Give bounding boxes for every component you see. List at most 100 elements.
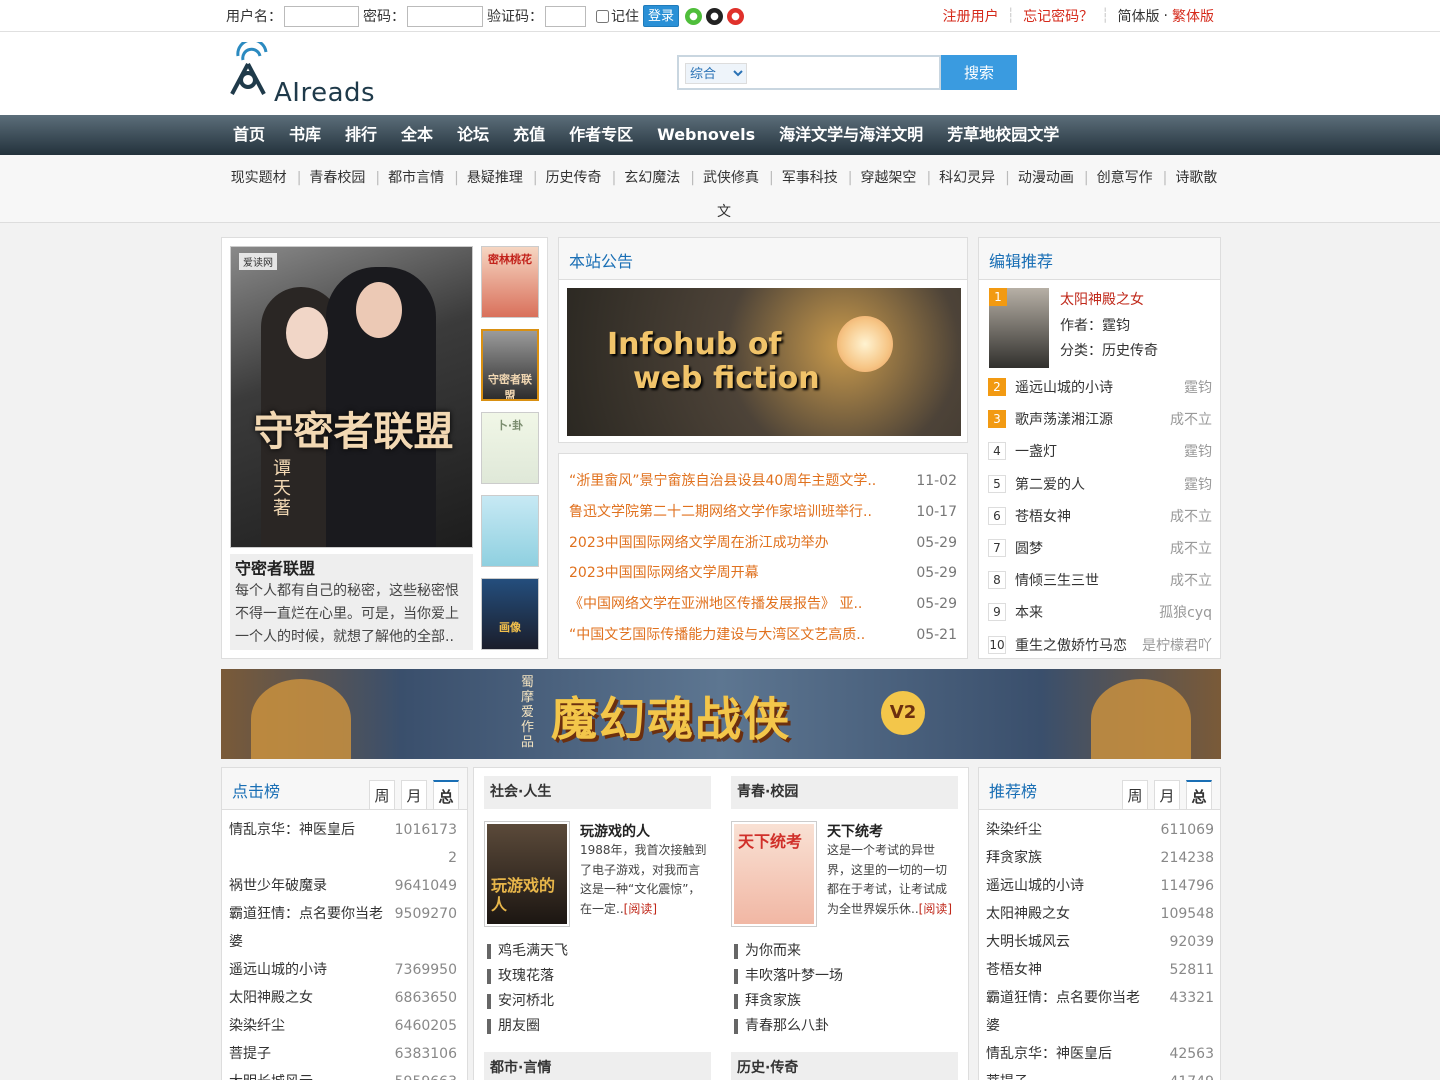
rank-tab[interactable]: 总	[1186, 780, 1212, 810]
book-author[interactable]: 成不立	[1170, 409, 1212, 429]
category-link[interactable]: 玄幻魔法	[624, 170, 703, 186]
nav-item[interactable]: 论坛	[445, 115, 501, 155]
nav-item[interactable]: Webnovels	[645, 115, 767, 155]
book-title[interactable]: 情乱京华：神医皇后	[229, 816, 389, 872]
book-cover[interactable]: 玩游戏的人	[484, 821, 570, 927]
book-author[interactable]: 成不立	[1170, 538, 1212, 558]
rank-item[interactable]: 苍梧女神 52811	[986, 956, 1214, 984]
book-author[interactable]: 是柠檬君吖	[1142, 635, 1212, 655]
list-item[interactable]: 8 情倾三生三世 成不立	[988, 564, 1212, 596]
featured-thumbnail[interactable]: 密林桃花	[481, 246, 539, 318]
list-item[interactable]: 5 第二爱的人 霆钧	[988, 468, 1212, 500]
rank-tab[interactable]: 周	[1122, 780, 1148, 810]
news-item[interactable]: 《中国网络文学在亚洲地区传播发展报告》 亚.. 05-29	[569, 589, 957, 620]
list-item[interactable]: 丰吹落叶梦一场	[731, 964, 958, 989]
list-item[interactable]: 10 重生之傲娇竹马恋 是柠檬君吖	[988, 629, 1212, 661]
list-item[interactable]: 3 歌声荡漾湘江源 成不立	[988, 403, 1212, 435]
category-header[interactable]: 社会·人生	[484, 776, 711, 809]
book-author[interactable]: 孤狼cyq	[1159, 602, 1212, 622]
book-title[interactable]: 太阳神殿之女	[229, 984, 389, 1012]
rank-item[interactable]: 拜贪家族 214238	[986, 844, 1214, 872]
category-link[interactable]: 历史传奇	[546, 170, 625, 186]
rank-item[interactable]: 遥远山城的小诗 7369950	[229, 956, 457, 984]
list-item[interactable]: 鸡毛满天飞	[484, 939, 711, 964]
wechat-icon[interactable]: ●	[685, 7, 703, 25]
search-button[interactable]: 搜索	[941, 55, 1017, 90]
book-title[interactable]: 圆梦	[1015, 538, 1170, 558]
list-item[interactable]: 9 本来 孤狼cyq	[988, 596, 1212, 628]
news-title[interactable]: 2023中国国际网络文学周开幕	[569, 558, 889, 589]
book-title[interactable]: 拜贪家族	[986, 844, 1146, 872]
category-link[interactable]: 穿越架空	[860, 170, 939, 186]
category-link[interactable]: 武侠修真	[703, 170, 782, 186]
news-item[interactable]: “中国文艺国际传播能力建设与大湾区文艺高质.. 05-21	[569, 620, 957, 651]
list-item[interactable]: 7 圆梦 成不立	[988, 532, 1212, 564]
featured-cover[interactable]: 爱读网 守密者联盟 谭天著	[230, 246, 473, 548]
top-book-title[interactable]: 太阳神殿之女	[1060, 288, 1158, 314]
site-logo[interactable]: AIreads	[226, 42, 396, 108]
read-link[interactable]: [阅读]	[919, 902, 952, 916]
book-author[interactable]: 霆钧	[1184, 441, 1212, 461]
book-title[interactable]: 重生之傲娇竹马恋	[1015, 635, 1142, 655]
book-author[interactable]: 霆钧	[1184, 474, 1212, 494]
book-title[interactable]: 菩提子	[229, 1040, 389, 1068]
book-title[interactable]: 一盏灯	[1015, 441, 1184, 461]
featured-title[interactable]: 守密者联盟	[235, 558, 468, 580]
news-item[interactable]: 鲁迅文学院第二十二期网络文学作家培训班举行.. 10-17	[569, 497, 957, 528]
rank-item[interactable]: 菩提子 6383106	[229, 1040, 457, 1068]
book-title[interactable]: 情倾三生三世	[1015, 570, 1170, 590]
rank-item[interactable]: 霸道狂情：点名要你当老婆 43321	[986, 984, 1214, 1040]
book-title[interactable]: 苍梧女神	[986, 956, 1146, 984]
rank-item[interactable]: 遥远山城的小诗 114796	[986, 872, 1214, 900]
captcha-input[interactable]	[545, 5, 586, 27]
book-cover[interactable]: 天下统考	[731, 821, 817, 927]
rank-tab[interactable]: 月	[1154, 780, 1180, 810]
book-title[interactable]: 大明长城风云	[986, 928, 1146, 956]
category-link[interactable]: 创意写作	[1097, 170, 1176, 186]
book-title[interactable]: 祸世少年破魔录	[229, 872, 389, 900]
category-link[interactable]: 青春校园	[309, 170, 388, 186]
list-item[interactable]: 2 遥远山城的小诗 霆钧	[988, 371, 1212, 403]
list-item[interactable]: 青春那么八卦	[731, 1014, 958, 1039]
rank-tab[interactable]: 月	[401, 780, 427, 810]
category-link[interactable]: 动漫动画	[1018, 170, 1097, 186]
list-item[interactable]: 6 苍梧女神 成不立	[988, 500, 1212, 532]
nav-item[interactable]: 充值	[501, 115, 557, 155]
rank-item[interactable]: 情乱京华：神医皇后 10161732	[229, 816, 457, 872]
list-item[interactable]: 朋友圈	[484, 1014, 711, 1039]
category-header[interactable]: 历史·传奇	[731, 1052, 958, 1080]
news-item[interactable]: 2023中国国际网络文学周开幕 05-29	[569, 558, 957, 589]
news-title[interactable]: “中国文艺国际传播能力建设与大湾区文艺高质..	[569, 620, 889, 651]
read-link[interactable]: [阅读]	[624, 902, 657, 916]
book-title[interactable]: 遥远山城的小诗	[1015, 377, 1184, 397]
simplified-link[interactable]: 简体版	[1118, 6, 1160, 26]
login-button[interactable]: 登录	[643, 5, 680, 27]
news-item[interactable]: “浙里畲风”景宁畲族自治县设县40周年主题文学.. 11-02	[569, 466, 957, 497]
book-title[interactable]: 染染纤尘	[229, 1012, 389, 1040]
news-title[interactable]: 《中国网络文学在亚洲地区传播发展报告》 亚..	[569, 589, 889, 620]
book-title[interactable]: 天下统考	[827, 821, 883, 841]
list-item[interactable]: 玫瑰花落	[484, 964, 711, 989]
book-title[interactable]: 染染纤尘	[986, 816, 1146, 844]
nav-item[interactable]: 全本	[389, 115, 445, 155]
list-item[interactable]: 为你而来	[731, 939, 958, 964]
username-input[interactable]	[284, 5, 359, 27]
category-link[interactable]: 军事科技	[782, 170, 861, 186]
book-title[interactable]: 太阳神殿之女	[986, 900, 1146, 928]
book-author[interactable]: 成不立	[1170, 506, 1212, 526]
book-title[interactable]: 遥远山城的小诗	[986, 872, 1146, 900]
weibo-icon[interactable]: ●	[727, 7, 745, 25]
ad-banner[interactable]: 蜀摩爱作品 魔幻魂战侠 V2	[221, 669, 1221, 759]
book-title[interactable]: 遥远山城的小诗	[229, 956, 389, 984]
news-title[interactable]: 鲁迅文学院第二十二期网络文学作家培训班举行..	[569, 497, 889, 528]
search-input[interactable]	[753, 61, 933, 86]
nav-item[interactable]: 海洋文学与海洋文明	[767, 115, 935, 155]
book-title[interactable]: 菩提子	[986, 1068, 1146, 1080]
category-header[interactable]: 都市·言情	[484, 1052, 711, 1080]
featured-thumbnail[interactable]	[481, 495, 539, 567]
rank-item[interactable]: 大明长城风云 5959663	[229, 1068, 457, 1080]
book-title[interactable]: 苍梧女神	[1015, 506, 1170, 526]
nav-item[interactable]: 排行	[333, 115, 389, 155]
book-author[interactable]: 成不立	[1170, 570, 1212, 590]
rank-item[interactable]: 霸道狂情：点名要你当老婆 9509270	[229, 900, 457, 956]
